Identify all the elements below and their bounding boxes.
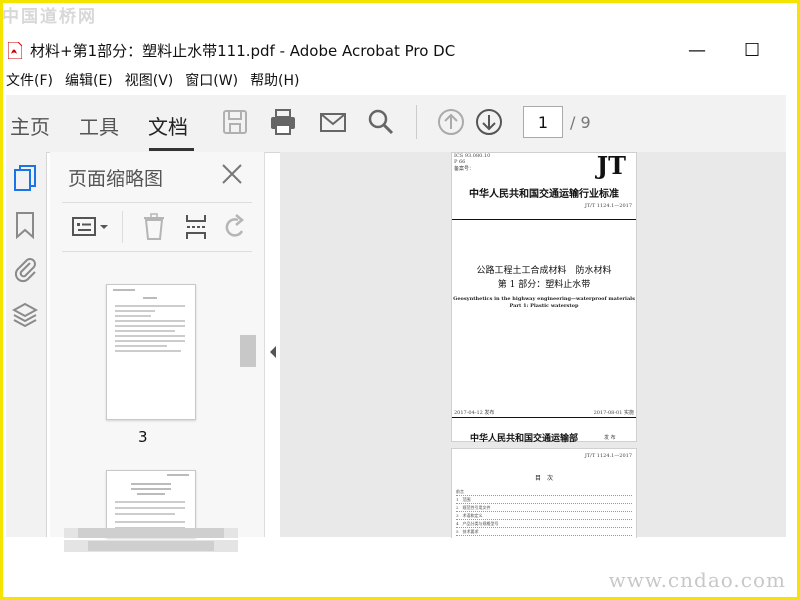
implementation-date: 2017-08-01 实施 xyxy=(593,410,634,416)
thumb-text-line xyxy=(115,335,185,337)
record-number: 备案号： xyxy=(454,166,475,172)
hscroll-thumb[interactable] xyxy=(78,528,224,538)
jt-logo: JT xyxy=(596,151,626,180)
watermark-bottom: www.cndao.com xyxy=(608,568,786,592)
toolbar-separator xyxy=(416,105,417,139)
issuer-suffix: 发 布 xyxy=(604,435,616,441)
thumb-text-line xyxy=(115,325,185,327)
thumb-header-line xyxy=(113,289,135,291)
toc-row[interactable]: 3 术语和定义 xyxy=(456,513,632,520)
search-icon[interactable] xyxy=(366,107,396,137)
thumb-header-line xyxy=(167,474,189,476)
thumb-text-line xyxy=(115,507,185,509)
toc-row[interactable]: 2 规范性引用文件 xyxy=(456,505,632,512)
pdf-file-icon xyxy=(8,41,22,59)
save-icon[interactable] xyxy=(220,107,250,137)
menu-window[interactable]: 窗口(W) xyxy=(185,70,238,92)
attachment-icon[interactable] xyxy=(12,254,38,284)
thumbnail-label-3: 3 xyxy=(138,428,148,446)
tab-document[interactable]: 文档 xyxy=(148,111,188,140)
tab-home[interactable]: 主页 xyxy=(10,111,50,140)
thumb-title-line xyxy=(137,493,165,495)
layers-icon[interactable] xyxy=(12,300,38,330)
menu-help[interactable]: 帮助(H) xyxy=(250,70,299,92)
thumbnail-panel-title: 页面缩略图 xyxy=(68,168,164,190)
thumb-text-line xyxy=(115,513,175,515)
toc-row[interactable]: 4 产品分类与规格型号 xyxy=(456,521,632,528)
document-page-2: JT/T 1124.1—2017 目 次 前言 1 范围 2 规范性引用文件 3… xyxy=(451,448,637,538)
standard-number: JT/T 1124.1—2017 xyxy=(584,203,632,209)
page-thumbnails-icon[interactable] xyxy=(12,164,38,194)
close-icon[interactable] xyxy=(220,162,244,186)
doc-title-line2: 第 1 部分：塑料止水带 xyxy=(497,280,591,290)
delete-icon[interactable] xyxy=(142,213,166,241)
thumb-text-line xyxy=(115,315,151,317)
rotate-icon[interactable] xyxy=(222,213,248,241)
issue-date: 2017-04-12 发布 xyxy=(454,410,495,416)
doc-title-line1: 公路工程土工合成材料 防水材料 xyxy=(476,266,612,276)
thumbnail-toolbar xyxy=(62,202,252,252)
thumb-text-line xyxy=(115,350,181,352)
page-number-input[interactable]: 1 xyxy=(523,106,563,138)
thumb-title-line xyxy=(131,483,171,485)
thumb-text-line xyxy=(115,310,155,312)
menu-view[interactable]: 视图(V) xyxy=(125,70,174,92)
page2-header: JT/T 1124.1—2017 xyxy=(584,453,632,459)
window-title: 材料+第1部分：塑料止水带111.pdf - Adobe Acrobat Pro… xyxy=(30,41,456,60)
hscroll-thumb[interactable] xyxy=(88,541,214,551)
toc-title: 目 次 xyxy=(534,475,553,482)
thumb-text-line xyxy=(115,501,185,503)
page-down-icon[interactable] xyxy=(474,107,504,137)
menu-bar: 文件(F) 编辑(E) 视图(V) 窗口(W) 帮助(H) xyxy=(6,70,300,92)
thumbnail-hscroll-1[interactable] xyxy=(64,528,238,538)
thumb-text-line xyxy=(115,330,175,332)
navigation-rail xyxy=(6,152,47,537)
thumbnail-page-3[interactable] xyxy=(106,284,196,420)
insert-page-icon[interactable] xyxy=(184,213,208,241)
thumb-text-line xyxy=(115,345,167,347)
toc-row[interactable]: 前言 xyxy=(456,489,632,496)
thumb-text-line xyxy=(115,521,185,523)
email-icon[interactable] xyxy=(318,107,348,137)
thumb-text-line xyxy=(115,305,185,307)
toc-row[interactable]: 5 技术要求 xyxy=(456,529,632,536)
standard-name: 中华人民共和国交通运输行业标准 xyxy=(469,189,619,200)
collapse-panel-icon[interactable] xyxy=(268,345,278,359)
active-tab-indicator xyxy=(149,148,194,151)
footer-rule xyxy=(452,417,636,418)
page-total: / 9 xyxy=(570,113,591,132)
thumbnail-panel: 页面缩略图 3 xyxy=(50,152,308,538)
menu-edit[interactable]: 编辑(E) xyxy=(65,70,113,92)
watermark-top: 中国道桥网 xyxy=(2,7,97,27)
document-page-1: ICS 93.080.10 P 66 备案号： JT 中华人民共和国交通运输行业… xyxy=(451,151,637,444)
thumbnail-scroll-thumb[interactable] xyxy=(240,335,256,367)
bookmark-icon[interactable] xyxy=(12,210,38,240)
document-viewport[interactable]: ICS 93.080.10 P 66 备案号： JT 中华人民共和国交通运输行业… xyxy=(280,151,786,538)
minimize-button[interactable]: — xyxy=(688,40,706,61)
doc-title-en-line2: Part 1: Plastic waterstop xyxy=(509,303,579,309)
doc-title-en-line1: Geosynthetics in the highway engineering… xyxy=(453,296,635,302)
page-up-icon[interactable] xyxy=(436,107,466,137)
menu-file[interactable]: 文件(F) xyxy=(6,70,53,92)
thumbnail-hscroll-2[interactable] xyxy=(64,540,238,552)
main-toolbar: 主页 工具 文档 xyxy=(6,95,786,153)
tab-tools[interactable]: 工具 xyxy=(79,111,119,140)
header-rule xyxy=(452,219,636,220)
issuer: 中华人民共和国交通运输部 xyxy=(470,434,579,444)
toolbar-divider xyxy=(122,211,123,243)
thumb-text-line xyxy=(115,340,185,342)
title-bar: 材料+第1部分：塑料止水带111.pdf - Adobe Acrobat Pro… xyxy=(6,36,786,64)
print-icon[interactable] xyxy=(268,107,298,137)
thumb-title-line xyxy=(143,297,157,299)
thumbnail-options-icon[interactable] xyxy=(72,215,110,239)
maximize-button[interactable]: ☐ xyxy=(744,40,760,61)
thumb-text-line xyxy=(115,320,185,322)
thumb-title-line xyxy=(131,488,171,490)
toc-row[interactable]: 1 范围 xyxy=(456,497,632,504)
